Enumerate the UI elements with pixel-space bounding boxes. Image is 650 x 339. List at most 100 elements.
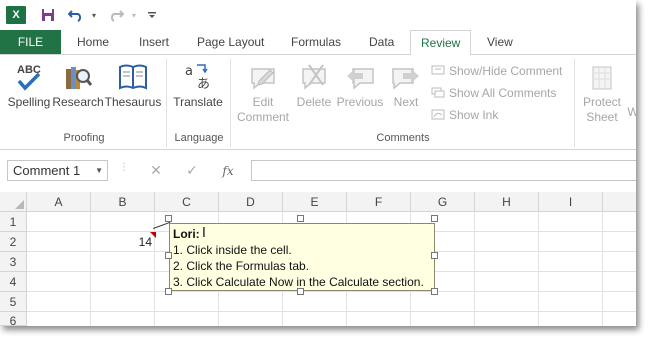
resize-handle-se[interactable] [431,288,438,295]
previous-comment-label: Previous [336,95,384,109]
column-header-c[interactable]: C [155,192,219,212]
name-box[interactable]: Comment 1 ▼ [7,160,108,181]
previous-comment-icon [345,59,375,95]
formula-bar-splitter[interactable]: ⋮ [119,162,129,173]
select-all-button[interactable] [0,192,27,212]
tab-insert[interactable]: Insert [139,30,169,54]
tab-page-layout[interactable]: Page Layout [197,30,264,54]
ribbon-divider [230,59,231,147]
edit-comment-icon [248,59,278,95]
column-header-i[interactable]: I [539,192,603,212]
show-ink-label: Show Ink [449,108,499,122]
gridline [538,212,539,326]
resize-handle-nw[interactable] [165,215,172,222]
delete-comment-icon [299,59,329,95]
cancel-icon[interactable]: ✕ [138,162,174,179]
gridline [27,291,636,292]
protect-sheet-button[interactable]: Protect Sheet [578,59,626,129]
comment-line-2: 2. Click the Formulas tab. [173,259,310,273]
column-header-b[interactable]: B [91,192,155,212]
enter-icon[interactable]: ✓ [174,162,210,179]
tab-data[interactable]: Data [369,30,394,54]
redo-dropdown-icon[interactable]: ▾ [124,6,144,24]
comments-group-label: Comments [376,132,430,144]
column-header-a[interactable]: A [27,192,91,212]
previous-comment-button[interactable]: Previous [336,59,384,129]
show-hide-comment-button[interactable]: Show/Hide Comment [430,62,562,80]
customize-icon[interactable] [142,6,162,24]
thesaurus-icon [117,59,149,95]
show-all-comments-label: Show All Comments [449,86,557,100]
gridline [90,212,91,326]
protect-sheet-label-line1: Protect [582,95,621,109]
show-ink-button[interactable]: Show Ink [430,106,498,124]
protect-sheet-label-line2: Sheet [586,110,618,124]
tab-view[interactable]: View [487,30,513,54]
resize-handle-sw[interactable] [165,288,172,295]
spelling-button[interactable]: ABC Spelling [6,59,52,129]
text-cursor-icon: I [202,226,206,241]
row-header-2[interactable]: 2 [0,232,27,252]
comment-indicator-icon [150,232,156,238]
gridline [27,311,636,312]
resize-handle-n[interactable] [297,215,304,222]
row-header-4[interactable]: 4 [0,272,27,292]
resize-handle-ne[interactable] [431,215,438,222]
row-header-5[interactable]: 5 [0,292,27,312]
undo-icon[interactable] [66,6,86,24]
name-box-dropdown-icon[interactable]: ▼ [95,166,103,175]
show-all-comments-button[interactable]: Show All Comments [430,84,556,102]
column-header-g[interactable]: G [411,192,475,212]
thesaurus-label: Thesaurus [104,95,162,109]
delete-comment-button[interactable]: Delete [294,59,334,129]
formula-input[interactable] [251,160,636,181]
proofing-group-label: Proofing [63,132,105,144]
column-header-h[interactable]: H [475,192,539,212]
formula-buttons: ✕ ✓ fx [138,160,248,181]
research-label: Research [52,95,104,109]
edit-comment-button[interactable]: Edit Comment [234,59,292,129]
protect-sheet-label: Protect Sheet [583,95,621,125]
next-comment-label: Next [393,95,419,109]
show-ink-icon [430,108,446,122]
excel-window: X ▾ ▾ FILE Home Insert Page Layout Formu… [0,0,636,326]
row-header-1[interactable]: 1 [0,212,27,232]
language-group-label: Language [174,132,224,144]
thesaurus-button[interactable]: Thesaurus [104,59,162,129]
svg-text:あ: あ [197,77,210,92]
edit-comment-label-line1: Edit [252,95,274,109]
column-header-d[interactable]: D [219,192,283,212]
save-icon[interactable] [38,6,58,24]
gridline [474,212,475,326]
gridline [154,212,155,326]
comment-line-1: 1. Click inside the cell. [173,243,292,257]
protect-workbook-label: W [627,105,636,119]
column-header-f[interactable]: F [347,192,411,212]
resize-handle-w[interactable] [165,252,172,259]
resize-handle-s[interactable] [297,288,304,295]
column-header-e[interactable]: E [283,192,347,212]
undo-dropdown-icon[interactable]: ▾ [84,6,104,24]
next-comment-button[interactable]: Next [388,59,424,129]
insert-function-icon[interactable]: fx [210,164,246,178]
tab-formulas[interactable]: Formulas [291,30,341,54]
comment-author: Lori: [173,227,200,241]
svg-text:a: a [185,64,193,79]
tab-review[interactable]: Review [410,30,472,55]
redo-icon[interactable] [106,6,126,24]
delete-comment-label: Delete [296,95,332,109]
translate-label: Translate [173,95,223,109]
resize-handle-e[interactable] [431,252,438,259]
research-button[interactable]: Research [52,59,104,129]
edit-comment-label: Edit Comment [237,95,289,125]
translate-button[interactable]: a あ Translate [170,59,226,129]
row-header-6[interactable]: 6 [0,312,27,326]
tab-home[interactable]: Home [77,30,109,54]
tab-file[interactable]: FILE [0,30,61,54]
cell-comment-box[interactable]: Lori: 1. Click inside the cell. 2. Click… [169,223,435,291]
name-box-value: Comment 1 [13,163,81,178]
cell-b2[interactable]: 14 [91,235,152,249]
row-header-3[interactable]: 3 [0,252,27,272]
edit-comment-label-line2: Comment [236,110,289,124]
column-header-j[interactable] [603,192,636,212]
